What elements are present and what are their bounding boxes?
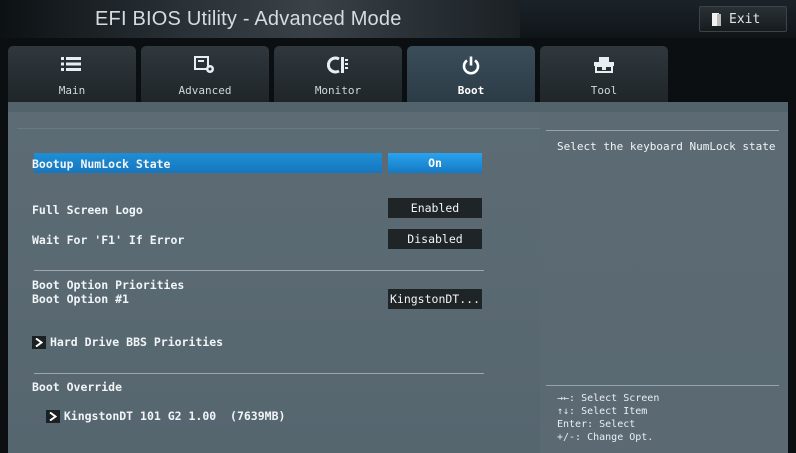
divider [546, 385, 779, 386]
wait-f1-label[interactable]: Wait For 'F1' If Error [32, 233, 184, 247]
tab-tool[interactable]: Tool [540, 46, 668, 102]
key-hint: ↑↓: Select Item [557, 406, 648, 417]
boot-option-1-label[interactable]: Boot Option #1 [32, 292, 129, 306]
list-icon [8, 56, 136, 76]
chevron-right-icon [45, 410, 60, 423]
tab-label: Monitor [314, 84, 362, 97]
tab-bar: Main Advanced Monitor Boot Tool [8, 46, 788, 102]
tab-underbar [8, 102, 788, 112]
top-bar: EFI BIOS Utility - Advanced Mode Exit [0, 0, 796, 38]
power-icon [407, 56, 535, 76]
key-hint: Enter: Select [557, 419, 636, 430]
boot-override-item[interactable]: KingstonDT 101 G2 1.00 (7639MB) [32, 395, 285, 423]
tab-boot[interactable]: Boot [407, 46, 535, 102]
tab-label: Main [58, 84, 86, 97]
monitor-icon [274, 56, 402, 76]
hdd-bbs-priorities-link[interactable]: Hard Drive BBS Priorities [32, 335, 223, 349]
tab-label: Tool [590, 84, 618, 97]
chevron-right-icon [32, 336, 46, 349]
divider [546, 130, 779, 131]
exit-label: Exit [729, 11, 761, 27]
boot-override-heading: Boot Override [32, 380, 123, 394]
app-title: EFI BIOS Utility - Advanced Mode [95, 8, 402, 30]
exit-button[interactable]: Exit [699, 6, 787, 32]
tab-advanced[interactable]: Advanced [141, 46, 269, 102]
advanced-icon [141, 56, 269, 76]
boot-option-priorities-heading: Boot Option Priorities [32, 278, 185, 292]
tab-label: Boot [457, 84, 485, 97]
divider [34, 270, 484, 271]
boot-override-item-label: KingstonDT 101 G2 1.00 (7639MB) [63, 409, 286, 423]
wait-f1-value-button[interactable]: Disabled [388, 229, 482, 249]
divider [17, 128, 540, 129]
numlock-label: Bootup NumLock State [32, 157, 171, 171]
title-area: EFI BIOS Utility - Advanced Mode [0, 0, 520, 38]
tool-icon [540, 56, 668, 76]
full-screen-logo-label[interactable]: Full Screen Logo [32, 203, 143, 217]
tab-monitor[interactable]: Monitor [274, 46, 402, 102]
tab-main[interactable]: Main [8, 46, 136, 102]
hdd-bbs-label: Hard Drive BBS Priorities [50, 335, 224, 349]
tab-label: Advanced [178, 84, 232, 97]
key-legend: →←: Select Screen ↑↓: Select Item Enter:… [557, 392, 659, 444]
exit-icon [712, 12, 721, 26]
full-screen-logo-value-button[interactable]: Enabled [388, 198, 482, 218]
numlock-value-button[interactable]: On [388, 153, 482, 173]
boot-option-1-value-button[interactable]: KingstonDT... [388, 289, 482, 309]
key-hint: →←: Select Screen [557, 393, 660, 404]
help-description: Select the keyboard NumLock state [557, 140, 776, 153]
key-hint: +/-: Change Opt. [557, 432, 654, 443]
divider [34, 373, 484, 374]
